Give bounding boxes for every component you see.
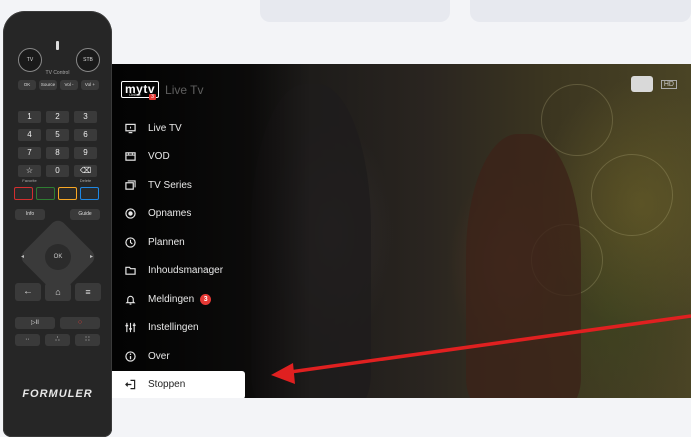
delete-label: Delete — [79, 178, 92, 183]
play-pause-button[interactable]: ▷II — [15, 317, 55, 329]
num-button[interactable]: 7 — [18, 147, 41, 159]
home-icon: ⌂ — [55, 287, 61, 297]
dpad-left-icon: ◂ — [21, 254, 25, 260]
tv-ok-button[interactable]: OK — [18, 80, 36, 90]
record-button[interactable]: ○ — [60, 317, 100, 329]
brand-logo: FORMULER — [22, 388, 93, 400]
delete-button[interactable]: ⌫ — [74, 165, 97, 177]
option-button-1[interactable]: ·· — [15, 334, 40, 346]
guide-button[interactable]: Guide — [70, 209, 100, 220]
num-button[interactable]: 2 — [46, 111, 69, 123]
ok-button[interactable]: OK — [45, 244, 71, 270]
tv-source-button[interactable]: Source — [39, 80, 57, 90]
yellow-button[interactable] — [58, 187, 77, 200]
tv-power-button[interactable]: TV — [18, 48, 42, 72]
tv-vol-up-button[interactable]: Vol + — [81, 80, 99, 90]
num-button[interactable]: 9 — [74, 147, 97, 159]
back-button[interactable]: ← — [15, 283, 41, 301]
back-arrow-icon: ← — [23, 286, 33, 297]
green-button[interactable] — [36, 187, 55, 200]
record-dot-icon: ○ — [77, 319, 83, 326]
num-button[interactable]: 3 — [74, 111, 97, 123]
tv-vol-down-button[interactable]: Vol - — [60, 80, 78, 90]
favorite-button[interactable]: ☆ — [18, 165, 41, 177]
num-button[interactable]: 4 — [18, 129, 41, 141]
num-button[interactable]: 6 — [74, 129, 97, 141]
option-button-3[interactable]: ∷ — [75, 334, 100, 346]
home-button[interactable]: ⌂ — [45, 283, 71, 301]
num-button[interactable]: 0 — [46, 165, 69, 177]
dots-icon: ∴ — [55, 336, 60, 343]
option-button-2[interactable]: ∴ — [45, 334, 70, 346]
menu-button[interactable]: ≡ — [75, 283, 101, 301]
tv-screen: mytv 3 Online Live Tv HD Live TV VOD TV … — [111, 64, 691, 398]
stb-power-button[interactable]: STB — [76, 48, 100, 72]
num-button[interactable]: 8 — [46, 147, 69, 159]
blue-button[interactable] — [80, 187, 99, 200]
favorite-label: Favorite — [22, 178, 37, 183]
menu-lines-icon: ≡ — [85, 287, 91, 297]
dots-icon: ·· — [25, 336, 30, 343]
remote-control: TV STB TV Control OK Source Vol - Vol + … — [3, 11, 112, 437]
num-button[interactable]: 1 — [18, 111, 41, 123]
play-pause-icon: ▷II — [31, 320, 39, 326]
dots-icon: ∷ — [85, 336, 90, 343]
dpad-right-icon: ▸ — [90, 254, 94, 260]
background-decoration — [470, 0, 691, 22]
red-button[interactable] — [14, 187, 33, 200]
annotation-arrow — [271, 314, 691, 384]
power-indicator — [56, 41, 59, 50]
num-button[interactable]: 5 — [46, 129, 69, 141]
tv-control-label: TV Control — [45, 70, 70, 76]
background-decoration — [260, 0, 450, 22]
info-button[interactable]: Info — [15, 209, 45, 220]
